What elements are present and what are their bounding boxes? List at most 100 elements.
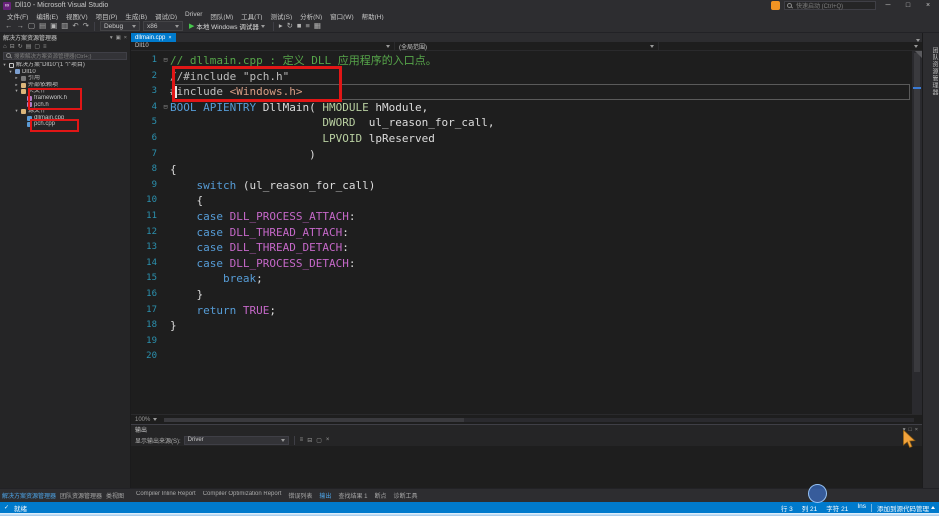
- chevron-down-icon[interactable]: ▾: [110, 35, 113, 41]
- pending-changes-icon[interactable]: ▤: [26, 43, 32, 50]
- code-line[interactable]: 6 LPVOID lpReserved: [131, 131, 922, 147]
- pin-icon[interactable]: ▣: [116, 35, 121, 41]
- close-icon[interactable]: ×: [326, 437, 330, 444]
- panel-tab[interactable]: 诊断工具: [393, 491, 417, 500]
- tree-item[interactable]: pch.h: [0, 102, 130, 109]
- clear-all-icon[interactable]: ▢: [316, 437, 322, 444]
- menu-item[interactable]: 团队(M): [206, 11, 237, 21]
- close-icon[interactable]: ×: [124, 35, 127, 41]
- menu-item[interactable]: 视图(V): [62, 11, 92, 21]
- dock-tab[interactable]: 解决方案资源管理器: [2, 491, 56, 500]
- solution-explorer-search[interactable]: 搜索解决方案资源管理器(Ctrl+;): [3, 52, 127, 60]
- save-all-icon[interactable]: ▥: [61, 21, 68, 31]
- dock-tab[interactable]: 团队资源管理器: [60, 491, 102, 500]
- properties-icon[interactable]: ≡: [43, 44, 47, 50]
- editor-horizontal-scrollbar[interactable]: [164, 418, 914, 422]
- output-content[interactable]: [131, 446, 922, 488]
- chevron-icon[interactable]: ▾: [8, 69, 13, 76]
- chevron-down-icon[interactable]: [153, 418, 157, 421]
- fold-marker-icon[interactable]: ⊟: [161, 53, 170, 69]
- code-line[interactable]: 1⊟// dllmain.cpp : 定义 DLL 应用程序的入口点。: [131, 53, 922, 69]
- preview-icon[interactable]: ▢: [34, 43, 40, 50]
- menu-item[interactable]: 测试(S): [266, 11, 296, 21]
- member-scope-dropdown[interactable]: [659, 42, 922, 50]
- tree-item[interactable]: ▾头文件: [0, 88, 130, 95]
- new-file-icon[interactable]: ▢: [28, 21, 35, 31]
- chevron-icon[interactable]: ▾: [14, 108, 19, 115]
- list-icon[interactable]: ≡: [305, 21, 309, 31]
- code-line[interactable]: 16 }: [131, 287, 922, 303]
- menu-item[interactable]: 文件(F): [3, 11, 32, 21]
- tree-item[interactable]: framework.h: [0, 95, 130, 102]
- panel-tab[interactable]: 错误列表: [288, 491, 312, 500]
- solution-config-dropdown[interactable]: Debug: [100, 21, 140, 31]
- menu-item[interactable]: 编辑(E): [32, 11, 62, 21]
- menu-item[interactable]: 项目(P): [92, 11, 122, 21]
- fold-marker-icon[interactable]: ⊟: [161, 100, 170, 116]
- start-debugging-button[interactable]: ▶ 本地 Windows 调试器: [186, 21, 268, 31]
- tab-close-icon[interactable]: ×: [168, 35, 171, 41]
- code-line[interactable]: 18}: [131, 318, 922, 334]
- open-file-icon[interactable]: ▤: [39, 21, 46, 31]
- panel-tab[interactable]: Compiler Inline Report: [136, 491, 196, 500]
- dock-tab[interactable]: 类视图: [106, 491, 124, 500]
- project-scope-dropdown[interactable]: Dll10: [131, 42, 395, 50]
- tree-item[interactable]: dllmain.cpp: [0, 115, 130, 122]
- word-wrap-icon[interactable]: ≡: [300, 437, 304, 444]
- split-handle-icon[interactable]: [915, 51, 922, 58]
- quick-launch-search[interactable]: 快速启动 (Ctrl+Q): [784, 1, 876, 10]
- code-line[interactable]: 3#include <Windows.h>: [131, 84, 922, 100]
- code-editor[interactable]: 1⊟// dllmain.cpp : 定义 DLL 应用程序的入口点。2//#i…: [131, 51, 922, 414]
- notification-badge-icon[interactable]: [771, 1, 780, 10]
- menu-item[interactable]: 窗口(W): [326, 11, 357, 21]
- panel-tab[interactable]: 断点: [374, 491, 386, 500]
- tab-dllmain-cpp[interactable]: dllmain.cpp ×: [131, 33, 176, 42]
- chevron-icon[interactable]: ▸: [14, 82, 19, 89]
- code-line[interactable]: 9 switch (ul_reason_for_call): [131, 178, 922, 194]
- chevron-icon[interactable]: ▸: [14, 75, 19, 82]
- refresh-icon[interactable]: ↻: [287, 21, 293, 31]
- code-line[interactable]: 8{: [131, 162, 922, 178]
- save-icon[interactable]: ▣: [50, 21, 57, 31]
- add-to-source-control-button[interactable]: 添加到源代码管理: [877, 503, 935, 513]
- columns-icon[interactable]: ▦: [314, 21, 321, 31]
- home-icon[interactable]: ⌂: [3, 44, 7, 50]
- maximize-button[interactable]: □: [900, 0, 916, 11]
- code-line[interactable]: 10 {: [131, 193, 922, 209]
- menu-item[interactable]: 帮助(H): [358, 11, 388, 21]
- code-line[interactable]: 14 case DLL_PROCESS_DETACH:: [131, 256, 922, 272]
- close-button[interactable]: ×: [920, 0, 936, 11]
- code-line[interactable]: 5 DWORD ul_reason_for_call,: [131, 115, 922, 131]
- chevron-icon[interactable]: ▾: [2, 62, 7, 69]
- tab-team-explorer[interactable]: 团队资源管理器: [923, 47, 939, 96]
- nav-back-icon[interactable]: ←: [5, 21, 13, 31]
- code-line[interactable]: 11 case DLL_PROCESS_ATTACH:: [131, 209, 922, 225]
- panel-tab[interactable]: Compiler Optimization Report: [203, 491, 282, 500]
- scrollbar-thumb[interactable]: [164, 418, 464, 422]
- tree-item[interactable]: ▸外部依赖项: [0, 82, 130, 89]
- stop-icon[interactable]: ■: [297, 21, 302, 31]
- menu-item[interactable]: 分析(N): [296, 11, 326, 21]
- undo-icon[interactable]: ↶: [72, 21, 78, 31]
- panel-tab[interactable]: 输出: [319, 491, 331, 500]
- collapse-all-icon[interactable]: ⊟: [10, 43, 15, 50]
- scrollbar-thumb[interactable]: [914, 53, 920, 372]
- tree-item[interactable]: pch.cpp: [0, 121, 130, 128]
- collapse-icon[interactable]: ⊟: [307, 437, 312, 444]
- zoom-level[interactable]: 100%: [135, 417, 150, 423]
- code-line[interactable]: 20: [131, 349, 922, 365]
- output-source-dropdown[interactable]: Driver: [184, 436, 289, 445]
- sync-icon[interactable]: ↻: [18, 43, 23, 50]
- tree-item[interactable]: ▾解决方案"Dll10"(1 个项目): [0, 62, 130, 69]
- menu-item[interactable]: 工具(T): [237, 11, 266, 21]
- menu-item[interactable]: Driver: [181, 11, 206, 21]
- code-line[interactable]: 19: [131, 334, 922, 350]
- tree-item[interactable]: ▾源文件: [0, 108, 130, 115]
- panel-tab[interactable]: 查找结果 1: [338, 491, 367, 500]
- editor-vertical-scrollbar[interactable]: [912, 51, 922, 414]
- attach-process-icon[interactable]: ▸: [279, 21, 283, 31]
- code-line[interactable]: 12 case DLL_THREAD_ATTACH:: [131, 225, 922, 241]
- tree-item[interactable]: ▸引用: [0, 75, 130, 82]
- code-line[interactable]: 4⊟BOOL APIENTRY DllMain( HMODULE hModule…: [131, 100, 922, 116]
- code-line[interactable]: 15 break;: [131, 271, 922, 287]
